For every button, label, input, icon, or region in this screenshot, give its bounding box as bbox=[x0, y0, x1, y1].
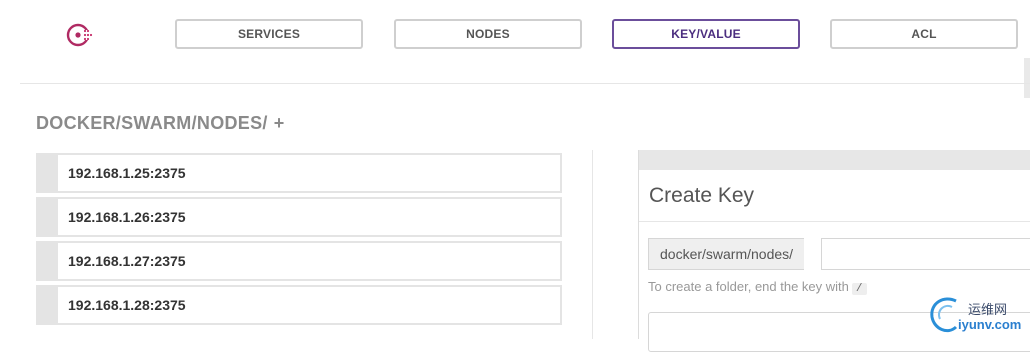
item-stripe bbox=[38, 287, 58, 323]
top-nav-bar: SERVICES NODES KEY/VALUE ACL bbox=[0, 0, 1030, 83]
key-prefix-addon: docker/swarm/nodes/ bbox=[648, 238, 805, 270]
item-stripe bbox=[38, 155, 58, 191]
add-key-plus-button[interactable]: + bbox=[274, 113, 285, 133]
key-label: 192.168.1.28:2375 bbox=[68, 297, 186, 313]
create-key-title: Create Key bbox=[649, 184, 755, 207]
help-code: / bbox=[851, 283, 867, 295]
key-name-input[interactable] bbox=[821, 238, 1030, 270]
watermark-url-text: iyunv.com bbox=[958, 317, 1022, 332]
key-label: 192.168.1.27:2375 bbox=[68, 253, 186, 269]
panel-divider bbox=[639, 221, 1030, 222]
key-list-item[interactable]: 192.168.1.28:2375 bbox=[36, 285, 562, 325]
header-divider bbox=[20, 83, 1030, 84]
help-text: To create a folder, end the key with bbox=[648, 279, 849, 294]
consul-logo-icon[interactable] bbox=[64, 20, 96, 50]
item-stripe bbox=[38, 199, 58, 235]
key-list-item[interactable]: 192.168.1.25:2375 bbox=[36, 153, 562, 193]
nav-acl-button[interactable]: ACL bbox=[830, 19, 1018, 49]
key-list-item[interactable]: 192.168.1.27:2375 bbox=[36, 241, 562, 281]
column-divider bbox=[592, 150, 593, 339]
nav-key-value-button[interactable]: KEY/VALUE bbox=[612, 19, 800, 49]
key-label: 192.168.1.25:2375 bbox=[68, 165, 186, 181]
key-list-item[interactable]: 192.168.1.26:2375 bbox=[36, 197, 562, 237]
item-stripe bbox=[38, 243, 58, 279]
breadcrumb: DOCKER/SWARM/NODES/ + bbox=[36, 113, 285, 134]
key-list: 192.168.1.25:2375 192.168.1.26:2375 192.… bbox=[36, 153, 562, 329]
watermark: 运维网 iyunv.com bbox=[926, 293, 1030, 339]
nav-nodes-button[interactable]: NODES bbox=[394, 19, 582, 49]
panel-header-bar bbox=[639, 150, 1030, 170]
scrollbar[interactable] bbox=[1024, 58, 1030, 98]
breadcrumb-path[interactable]: DOCKER/SWARM/NODES/ bbox=[36, 113, 268, 133]
watermark-cn-text: 运维网 bbox=[968, 303, 1008, 318]
nav-services-button[interactable]: SERVICES bbox=[175, 19, 363, 49]
key-label: 192.168.1.26:2375 bbox=[68, 209, 186, 225]
folder-help-text: To create a folder, end the key with / bbox=[648, 279, 867, 295]
